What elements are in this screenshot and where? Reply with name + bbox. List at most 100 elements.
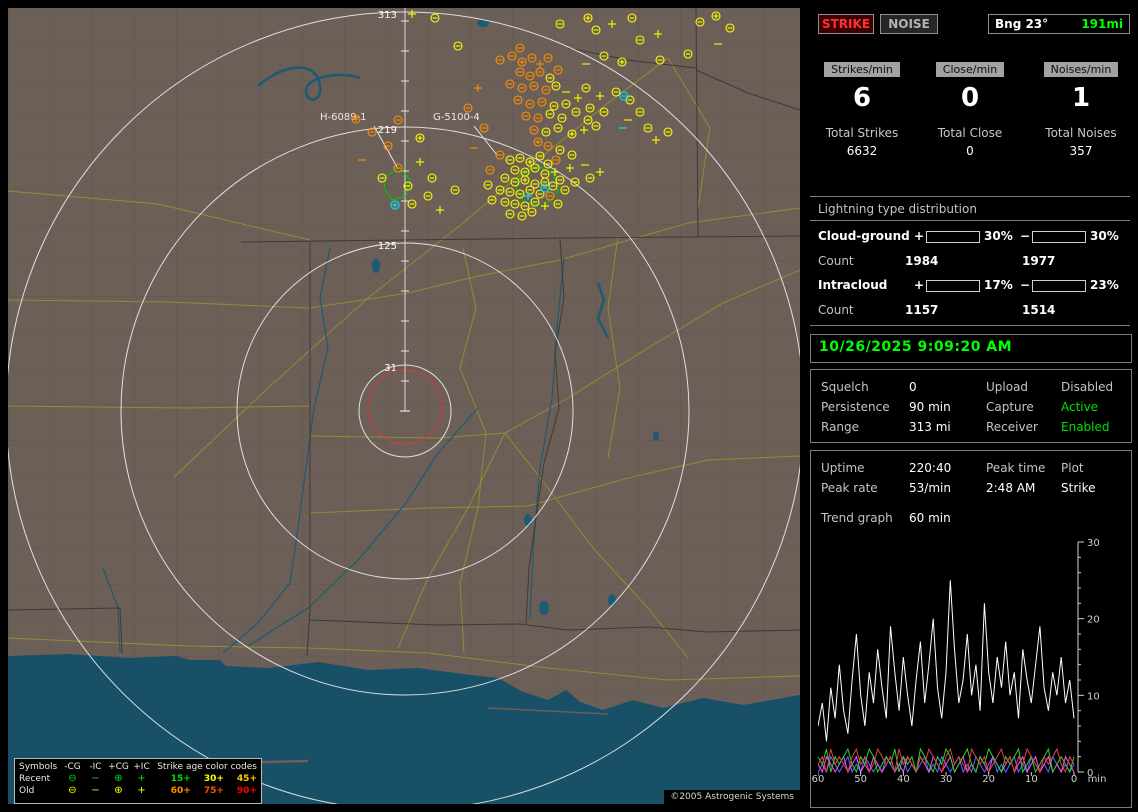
squelch-label: Squelch [821, 380, 869, 394]
upload-status: Disabled [1061, 380, 1114, 394]
legend-header-symbols: Symbols [19, 762, 58, 772]
peak-time-value: 2:48 AM [986, 481, 1036, 495]
lightning-map[interactable]: 31 125 219 313 H-6089-1 G-5100-4 Symbols -CG… [8, 8, 800, 804]
cloud-ground-counts: Count 1984 1977 [810, 254, 1130, 270]
total-close-label: Total Close [937, 126, 1003, 140]
legend-header-pcg: +CG [108, 762, 129, 772]
trend-x-tick-label: 20 [982, 774, 996, 785]
capture-label: Capture [986, 400, 1034, 414]
recent-cgneg-icon: ⊖ [68, 773, 77, 784]
persistence-label: Persistence [821, 400, 890, 414]
minus-sign: − [1020, 278, 1031, 292]
trend-series-cg-neg-rate [818, 747, 1075, 774]
receiver-status: Enabled [1061, 420, 1110, 434]
trend-x-tick-label: 10 [1024, 774, 1038, 785]
total-close-value: 0 [966, 144, 974, 158]
trend-x-tick-label: 50 [854, 774, 868, 785]
legend-header-nic: -IC [89, 762, 102, 772]
map-canvas[interactable]: 31125219313 H-6089-1 G-5100-4 [8, 8, 800, 804]
datetime-value: 10/26/2025 9:09:20 AM [819, 339, 1013, 355]
copyright-text: ©2005 Astrogenic Systems [664, 790, 800, 804]
ring-label: 219 [378, 125, 397, 136]
ic-pos-percent: 17% [984, 278, 1013, 292]
intracloud-row: Intracloud + 17% − 23% [810, 278, 1130, 296]
ic-pos-count: 1157 [905, 303, 939, 317]
recent-icneg-icon: − [91, 773, 100, 784]
age-45: 45+ [236, 774, 257, 784]
close-per-min-label: Close/min [935, 62, 1005, 77]
noises-per-min-label: Noises/min [1043, 62, 1119, 77]
cloud-ground-row: Cloud-ground + 30% − 30% [810, 229, 1130, 247]
cloud-ground-label: Cloud-ground [818, 229, 910, 243]
plot-type-value: Strike [1061, 481, 1096, 495]
age-15: 15+ [170, 774, 191, 784]
minus-sign: − [1020, 229, 1031, 243]
ic-neg-bar [1032, 280, 1086, 292]
age-75: 75+ [203, 786, 224, 796]
intracloud-counts: Count 1157 1514 [810, 303, 1130, 319]
status-panel: Squelch 0 Upload Disabled Persistence 90… [810, 369, 1132, 443]
old-icneg-icon: − [91, 785, 100, 796]
strikes-per-min-label: Strikes/min [824, 62, 900, 77]
age-30: 30+ [203, 774, 224, 784]
peak-rate-value: 53/min [909, 481, 951, 495]
intracloud-label: Intracloud [818, 278, 888, 292]
age-90: 90+ [236, 786, 257, 796]
count-label: Count [818, 254, 854, 268]
distribution-title: Lightning type distribution [810, 197, 1130, 221]
cg-pos-bar [926, 231, 980, 243]
noises-counter: Noises/min 1 Total Noises 357 [1032, 62, 1130, 158]
age-codes-title: Strike age color codes [157, 762, 257, 772]
ring-label: 313 [378, 10, 397, 21]
trend-y-tick-label: 20 [1087, 615, 1100, 626]
uptime-value: 220:40 [909, 461, 952, 475]
recent-cgpos-icon: ⊕ [114, 773, 123, 784]
total-strikes-value: 6632 [846, 144, 878, 158]
cg-neg-count: 1977 [1022, 254, 1056, 268]
old-icpos-icon: + [137, 785, 146, 796]
ic-neg-percent: 23% [1090, 278, 1119, 292]
total-noises-value: 357 [1069, 144, 1093, 158]
trend-series-strike-rate [818, 580, 1075, 742]
ic-pos-bar [926, 280, 980, 292]
peak-time-label: Peak time [986, 461, 1046, 475]
trend-x-tick-label: 60 [811, 774, 825, 785]
recent-icpos-icon: + [137, 773, 146, 784]
trend-y-tick-label: 30 [1087, 538, 1100, 549]
bearing-value: Bng 23° [995, 17, 1049, 31]
legend-header-pic: +IC [133, 762, 150, 772]
trend-x-axis: 60 50 40 30 20 10 0 min [812, 774, 1118, 786]
trend-x-tick-label: 0 [1070, 774, 1078, 785]
legend-header-ncg: -CG [64, 762, 81, 772]
datetime-panel: 10/26/2025 9:09:20 AM [810, 334, 1132, 363]
uptime-label: Uptime [821, 461, 865, 475]
trend-series-ic-neg-rate [818, 747, 1075, 774]
trend-x-tick-label: 40 [896, 774, 910, 785]
upload-label: Upload [986, 380, 1029, 394]
trend-y-tick-label: 10 [1087, 691, 1100, 702]
total-noises-label: Total Noises [1045, 126, 1117, 140]
count-label: Count [818, 303, 854, 317]
legend-recent-label: Recent [19, 774, 51, 784]
nexstorm-app: 31 125 219 313 H-6089-1 G-5100-4 Symbols -CG… [0, 0, 1138, 812]
cg-pos-percent: 30% [984, 229, 1013, 243]
map-legend: Symbols -CG -IC +CG +IC Recent ⊖ − ⊕ + O… [14, 758, 262, 804]
trend-x-tick-label: 30 [939, 774, 953, 785]
cg-pos-count: 1984 [905, 254, 939, 268]
strikes-counter: Strikes/min 6 Total Strikes 6632 [814, 62, 910, 158]
cg-neg-bar [1032, 231, 1086, 243]
noise-mode-button[interactable]: NOISE [880, 14, 938, 34]
side-panel: STRIKE NOISE Bng 23° 191mi Strikes/min 6… [810, 0, 1138, 812]
ring-label: 125 [378, 241, 397, 252]
receiver-label: Receiver [986, 420, 1038, 434]
cg-neg-percent: 30% [1090, 229, 1119, 243]
plus-sign: + [914, 229, 925, 243]
range-label: Range [821, 420, 860, 434]
plus-sign: + [914, 278, 925, 292]
persistence-value: 90 min [909, 400, 951, 414]
plot-label: Plot [1061, 461, 1084, 475]
strike-mode-button[interactable]: STRIKE [818, 14, 874, 34]
capture-status: Active [1061, 400, 1099, 414]
distribution-panel: Lightning type distribution Cloud-ground… [810, 196, 1130, 326]
peak-rate-label: Peak rate [821, 481, 878, 495]
